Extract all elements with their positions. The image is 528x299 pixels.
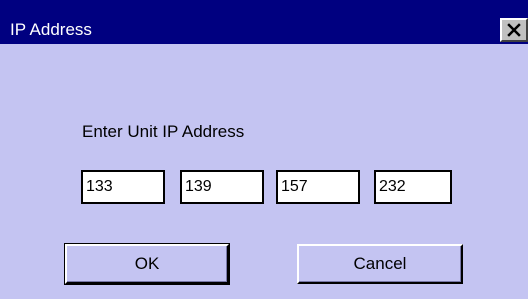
close-x-icon: [507, 23, 521, 37]
window-title: IP Address: [10, 20, 92, 39]
cancel-button[interactable]: Cancel: [297, 244, 463, 284]
ip-octet-2-input[interactable]: [180, 170, 264, 204]
close-button[interactable]: [500, 18, 528, 42]
ip-address-dialog: IP Address Enter Unit IP Address OK Canc…: [0, 0, 528, 299]
ip-octet-1-input[interactable]: [81, 170, 165, 204]
ok-button[interactable]: OK: [64, 243, 230, 285]
prompt-label: Enter Unit IP Address: [82, 122, 245, 141]
ip-octet-4-input[interactable]: [374, 170, 452, 204]
title-bar[interactable]: IP Address: [0, 0, 528, 44]
ip-octet-3-input[interactable]: [276, 170, 360, 204]
